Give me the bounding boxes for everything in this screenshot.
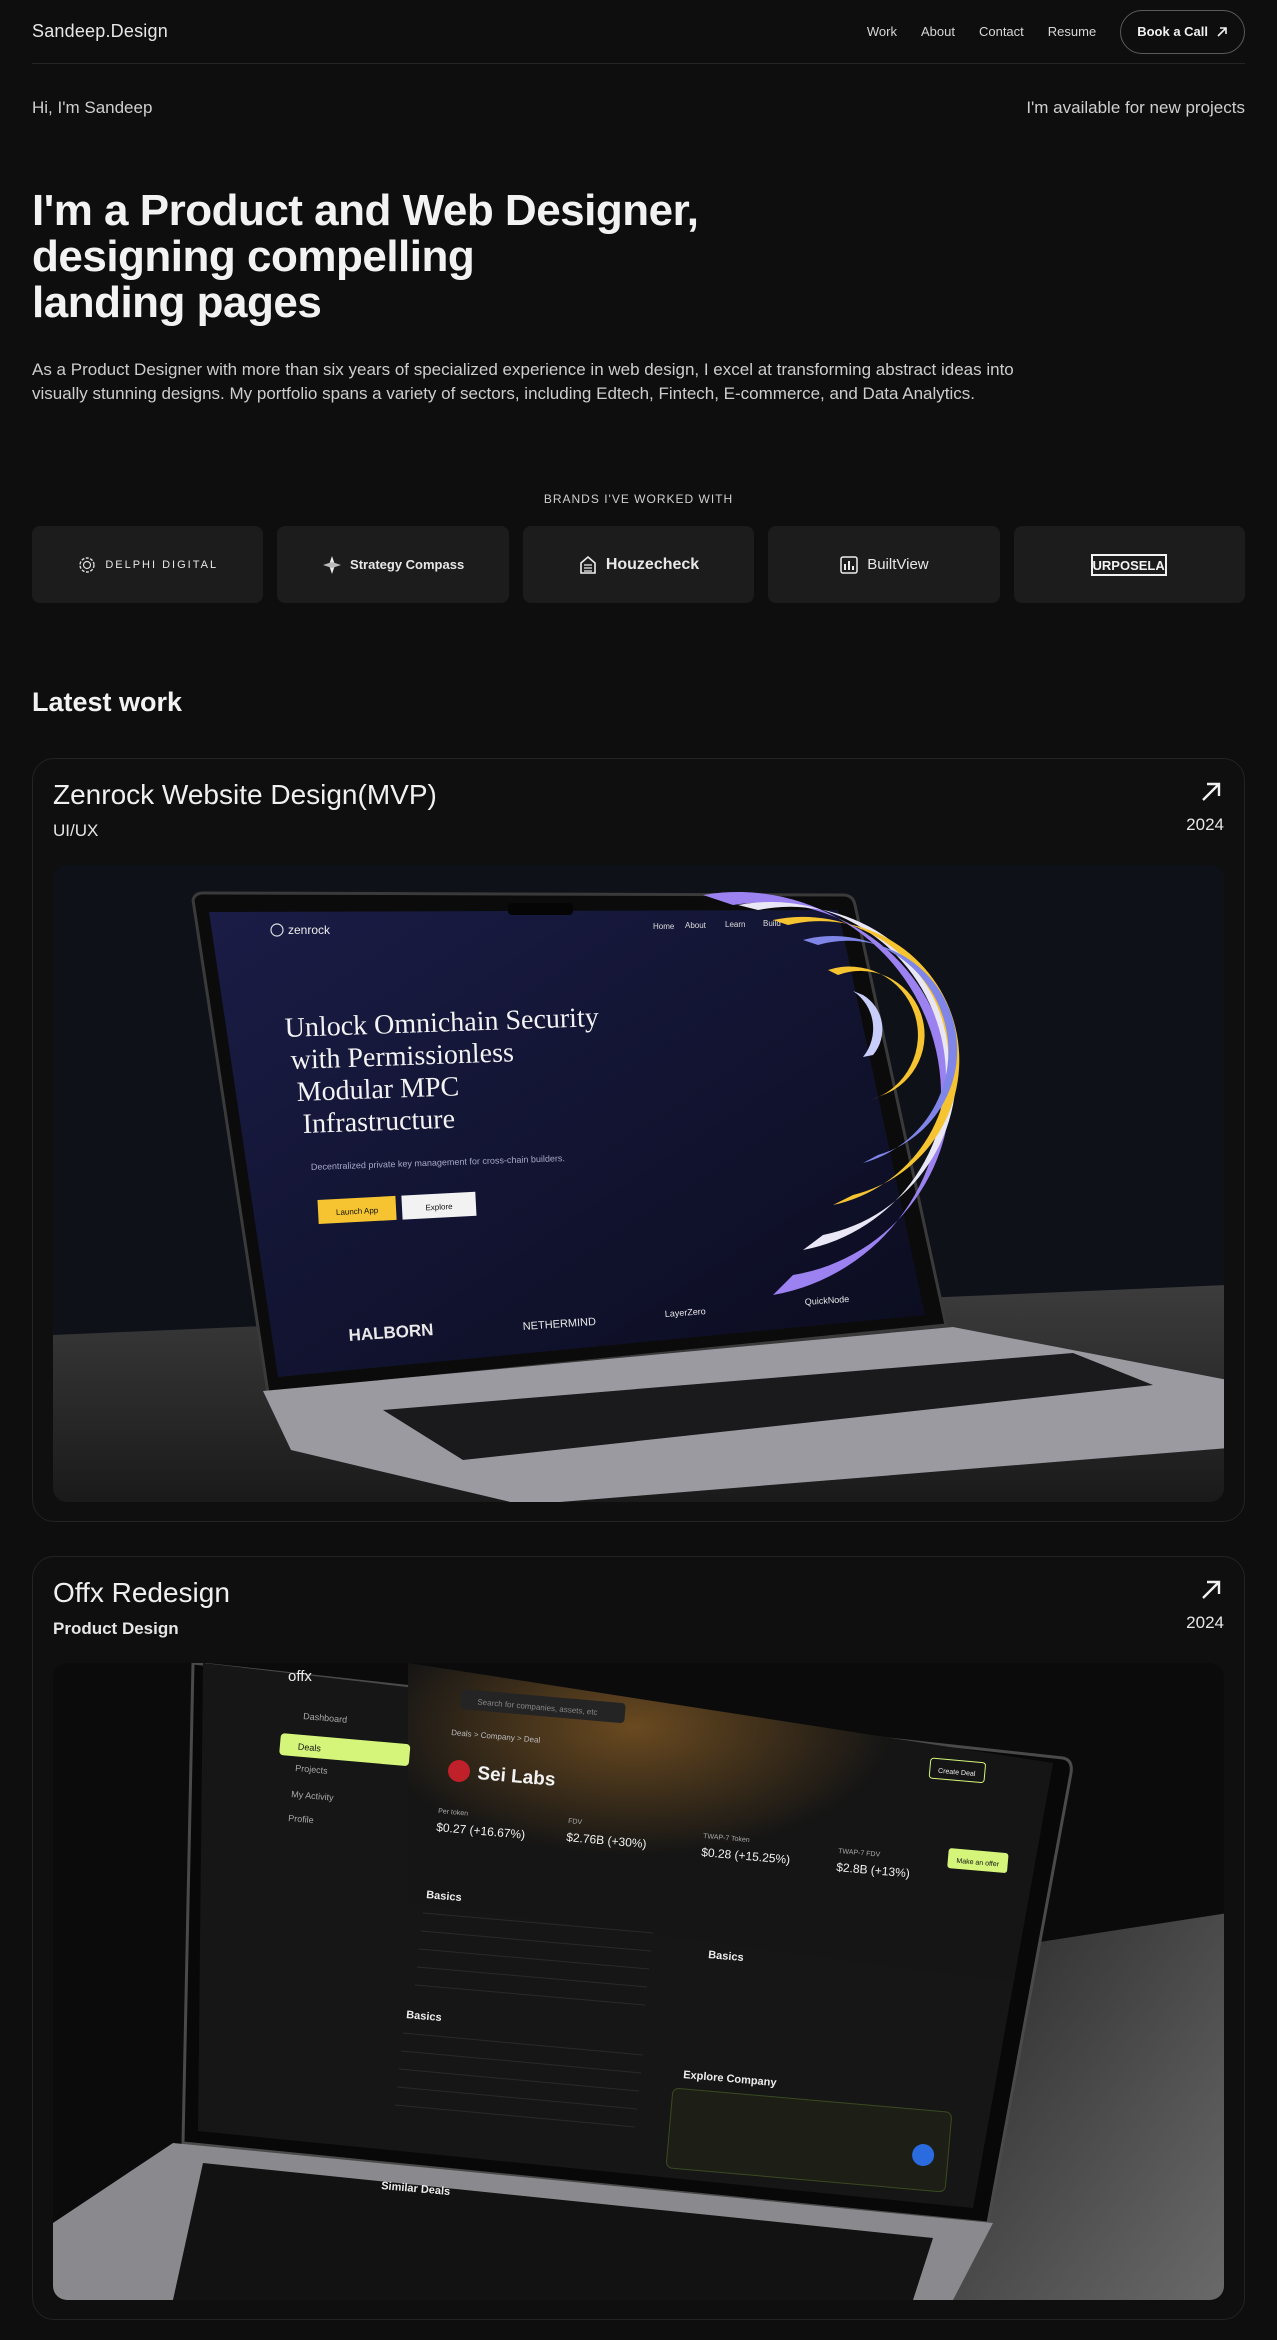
brands-heading: BRANDS I'VE WORKED WITH	[543, 492, 734, 506]
arrow-up-right-icon[interactable]	[1198, 1577, 1224, 1603]
zenrock-explore-label: Explore	[425, 1202, 453, 1212]
project-image-zenrock: zenrock Home About Learn Build Unlock Om…	[53, 865, 1224, 1502]
nav-link-about[interactable]: About	[921, 24, 955, 39]
project-year: 2024	[1186, 1613, 1224, 1632]
project-title: Zenrock Website Design(MVP)	[53, 779, 437, 810]
brand-purposelab: PURPOSELAB	[1013, 526, 1246, 603]
project-card-offx[interactable]: Offx Redesign Product Design 2024 offx D…	[32, 1556, 1245, 2320]
hero-title: I'm a Product and Web Designer, designin…	[32, 188, 752, 326]
offx-stat-label: FDV	[568, 1818, 583, 1826]
card-header-right: 2024	[1186, 779, 1224, 835]
offx-nav-item-active: Deals	[297, 1742, 321, 1754]
nav-link-contact[interactable]: Contact	[979, 24, 1024, 39]
hero-title-line: I'm a Product and Web Designer,	[32, 186, 699, 235]
brand-name: Strategy Compass	[350, 557, 465, 572]
card-header-right: 2024	[1186, 1577, 1224, 1633]
intro-row: Hi, I'm Sandeep I'm available for new pr…	[32, 98, 1245, 118]
latest-work-heading: Latest work	[32, 687, 183, 717]
hero-description: As a Product Designer with more than six…	[32, 360, 1014, 403]
brand-delphi: DELPHI DIGITAL	[32, 526, 264, 603]
builtview-icon	[840, 555, 858, 574]
project-title: Offx Redesign	[53, 1577, 230, 1608]
arrow-up-right-icon[interactable]	[1198, 779, 1224, 805]
brand-logos: DELPHI DIGITAL Strategy Compass Houzeche…	[32, 526, 1246, 603]
availability-status: I'm available for new projects	[1026, 98, 1245, 117]
project-card-zenrock[interactable]: Zenrock Website Design(MVP) UI/UX 2024 z…	[32, 758, 1245, 1522]
zenrock-menu-item: Learn	[725, 920, 745, 929]
laptop-mockup: offx Dashboard Deals Projects My Activit…	[53, 1663, 1224, 2300]
brand-name: BuiltView	[867, 556, 929, 573]
hero-title-line: designing compelling	[32, 232, 475, 281]
card-header: Zenrock Website Design(MVP) UI/UX 2024	[53, 779, 1224, 865]
zenrock-headline: Infrastructure	[302, 1104, 455, 1140]
project-category: UI/UX	[53, 821, 99, 840]
top-nav: Sandeep.Design Work About Contact Resume…	[32, 0, 1245, 64]
card-header-left: Zenrock Website Design(MVP) UI/UX	[53, 779, 437, 841]
card-header-left: Offx Redesign Product Design	[53, 1577, 230, 1639]
project-image-offx: offx Dashboard Deals Projects My Activit…	[53, 1663, 1224, 2300]
project-year: 2024	[1186, 815, 1224, 834]
purposelab-logo: PURPOSELAB	[1091, 553, 1168, 576]
book-call-button[interactable]: Book a Call	[1120, 9, 1245, 54]
zenrock-logo-text: zenrock	[288, 923, 331, 937]
project-category: Product Design	[53, 1619, 179, 1638]
delphi-icon	[79, 556, 96, 573]
arrow-up-right-icon	[1217, 26, 1227, 37]
hero-title-line: landing pages	[32, 278, 322, 327]
book-call-label: Book a Call	[1137, 24, 1208, 39]
brand-houzecheck: Houzecheck	[522, 526, 755, 603]
brand-name: DELPHI DIGITAL	[105, 558, 219, 571]
zenrock-menu-item: About	[685, 921, 707, 930]
nav-link-resume[interactable]: Resume	[1048, 24, 1096, 39]
laptop-mockup: zenrock Home About Learn Build Unlock Om…	[53, 865, 1224, 1502]
site-logo[interactable]: Sandeep.Design	[32, 21, 168, 42]
brand-strategy-compass: Strategy Compass	[277, 526, 509, 603]
nav-links: Work About Contact Resume Book a Call	[867, 9, 1245, 54]
house-icon	[580, 555, 596, 574]
zenrock-menu-item: Home	[653, 922, 675, 931]
svg-text:PURPOSELAB: PURPOSELAB	[1091, 558, 1167, 573]
brand-name: Houzecheck	[605, 555, 700, 573]
nav-link-work[interactable]: Work	[867, 24, 897, 39]
zenrock-headline: Modular MPC	[296, 1071, 460, 1108]
greeting: Hi, I'm Sandeep	[32, 98, 153, 117]
brand-builtview: BuiltView	[768, 526, 1000, 603]
card-header: Offx Redesign Product Design 2024	[53, 1577, 1224, 1663]
offx-logo-text: offx	[288, 1668, 312, 1685]
compass-icon	[323, 555, 342, 574]
